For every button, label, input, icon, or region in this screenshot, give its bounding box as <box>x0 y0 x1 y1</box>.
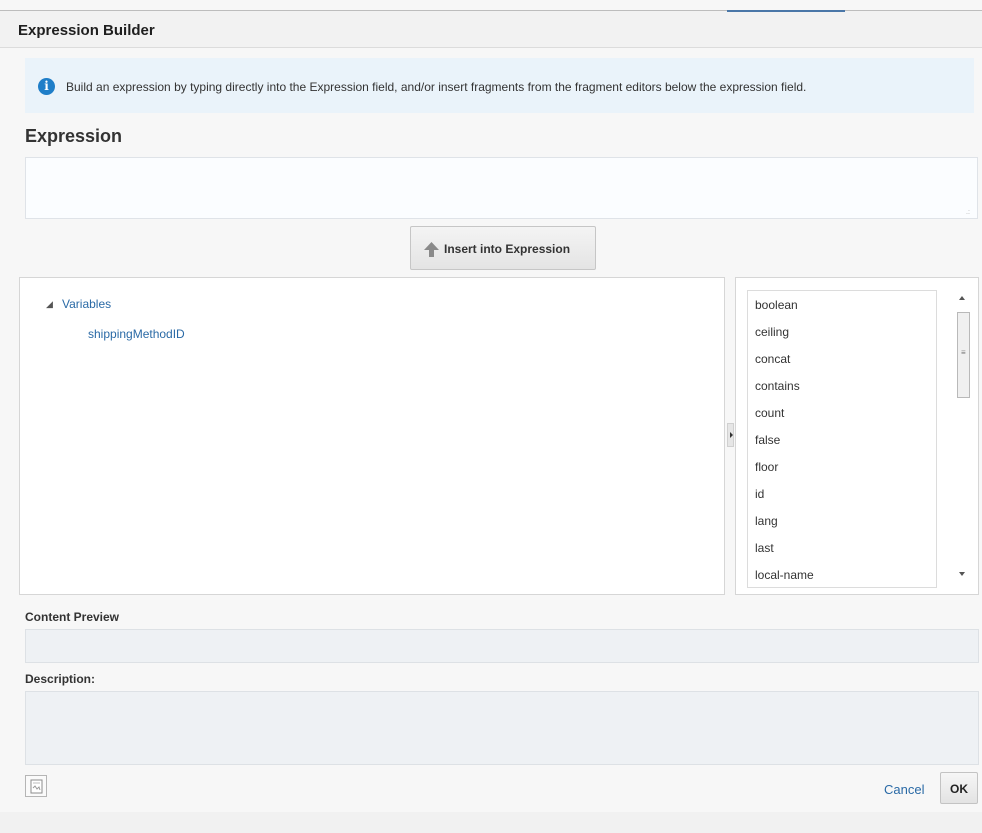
function-item[interactable]: ceiling <box>755 325 789 339</box>
description-field <box>25 691 979 765</box>
scroll-up-icon[interactable] <box>959 296 965 300</box>
description-label: Description: <box>25 672 96 686</box>
insert-into-expression-button[interactable]: Insert into Expression <box>410 226 596 270</box>
function-item[interactable]: local-name <box>755 568 814 582</box>
panel-splitter[interactable] <box>727 423 734 447</box>
function-item[interactable]: last <box>755 541 774 555</box>
tree-expand-icon[interactable]: ◢ <box>46 299 53 310</box>
collapse-arrow-icon <box>730 432 733 438</box>
title-bar: Expression Builder <box>0 10 982 48</box>
content-preview-field <box>25 629 979 663</box>
variables-tree-panel: ◢ Variables shippingMethodID <box>19 277 725 595</box>
document-icon-button[interactable] <box>25 775 47 797</box>
functions-panel: boolean ceiling concat contains count fa… <box>735 277 979 595</box>
document-icon <box>30 779 43 794</box>
insert-button-label: Insert into Expression <box>444 242 571 256</box>
cancel-button[interactable]: Cancel <box>884 782 924 797</box>
expression-builder-dialog: Expression Builder i Build an expression… <box>0 0 982 833</box>
ok-button-label: OK <box>950 782 968 796</box>
function-item[interactable]: boolean <box>755 298 798 312</box>
function-item[interactable]: false <box>755 433 780 447</box>
info-text: Build an expression by typing directly i… <box>66 80 807 94</box>
function-item[interactable]: lang <box>755 514 778 528</box>
info-icon: i <box>38 78 55 95</box>
info-message: i Build an expression by typing directly… <box>25 58 974 113</box>
expression-heading: Expression <box>25 126 123 146</box>
content-preview-label: Content Preview <box>25 610 120 624</box>
resize-grip-icon[interactable]: .: <box>966 209 974 217</box>
functions-list[interactable]: boolean ceiling concat contains count fa… <box>747 290 937 588</box>
function-item[interactable]: concat <box>755 352 790 366</box>
ok-button[interactable]: OK <box>940 772 978 804</box>
top-accent-bar <box>727 10 845 12</box>
function-item[interactable]: id <box>755 487 764 501</box>
tree-node-shippingmethodid[interactable]: shippingMethodID <box>88 327 185 341</box>
tree-node-variables[interactable]: Variables <box>62 297 111 311</box>
grip-icon: ≡ <box>961 348 966 357</box>
footer-strip <box>0 812 982 833</box>
dialog-title: Expression Builder <box>18 22 155 39</box>
function-item[interactable]: count <box>755 406 784 420</box>
arrow-up-icon <box>424 242 439 257</box>
function-item[interactable]: contains <box>755 379 800 393</box>
function-item[interactable]: floor <box>755 460 778 474</box>
scroll-down-icon[interactable] <box>959 572 965 576</box>
scroll-thumb[interactable]: ≡ <box>957 312 970 398</box>
functions-scrollbar[interactable]: ≡ <box>955 290 972 583</box>
expression-field[interactable] <box>25 157 978 219</box>
